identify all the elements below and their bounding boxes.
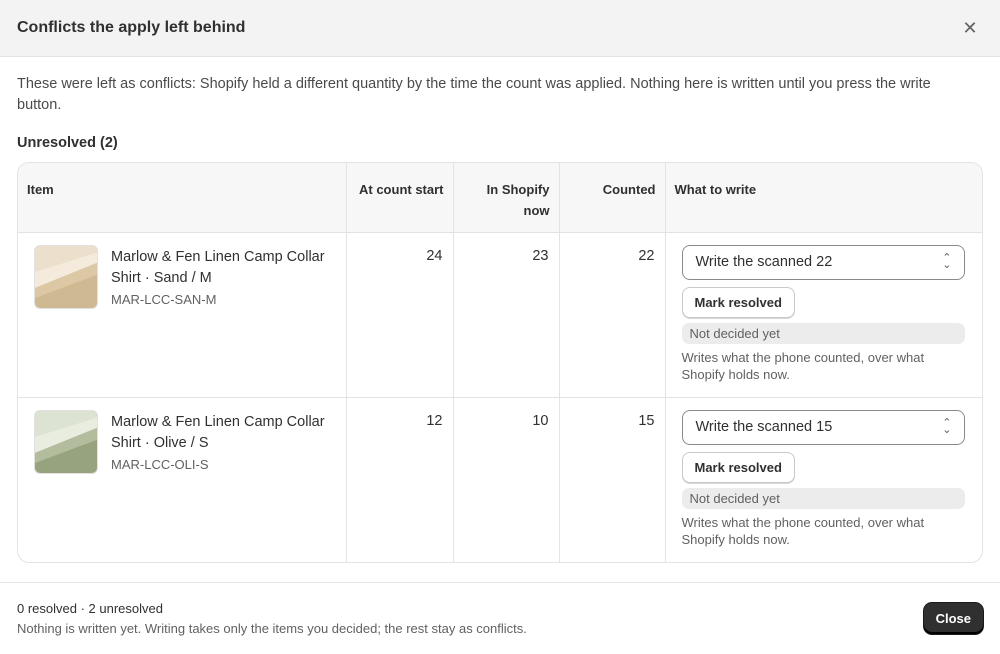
product-thumbnail-image xyxy=(35,245,97,308)
write-choice-value: Write the scanned 22 xyxy=(695,254,833,270)
status-badge: Not decided yet xyxy=(681,487,965,509)
select-chevron-icon: ⌃ ⌄ xyxy=(942,252,952,271)
item-cell: Marlow & Fen Linen Camp Collar Shirt · O… xyxy=(18,397,347,562)
counted-value: 15 xyxy=(559,397,666,562)
product-thumbnail xyxy=(34,409,98,474)
item-name: Marlow & Fen Linen Camp Collar Shirt · O… xyxy=(111,413,325,452)
item-cell: Marlow & Fen Linen Camp Collar Shirt · S… xyxy=(18,232,347,398)
write-choice-value: Write the scanned 15 xyxy=(695,419,833,435)
modal-header: Conflicts the apply left behind ✕ xyxy=(0,0,1000,57)
item-sku: MAR-LCC-SAN-M xyxy=(111,291,217,307)
item-name: Marlow & Fen Linen Camp Collar Shirt · S… xyxy=(111,248,325,287)
select-chevron-icon: ⌃ ⌄ xyxy=(942,417,952,436)
in-shopify-now-value: 23 xyxy=(453,232,560,398)
write-choice-select[interactable]: Write the scanned 15 ⌃ ⌄ xyxy=(681,409,965,445)
product-thumbnail xyxy=(34,244,98,309)
col-header-in-shopify-now: In Shopify now xyxy=(453,163,560,233)
col-header-at-count-start: At count start xyxy=(346,163,454,233)
status-badge: Not decided yet xyxy=(681,322,965,344)
helper-text: Writes what the phone counted, over what… xyxy=(681,349,925,382)
modal-body: These were left as conflicts: Shopify he… xyxy=(0,57,1000,563)
mark-resolved-button[interactable]: Mark resolved xyxy=(681,286,795,318)
in-shopify-now-value: 10 xyxy=(453,397,560,562)
intro-text: These were left as conflicts: Shopify he… xyxy=(17,76,931,113)
modal-footer: 0 resolved · 2 unresolved Nothing is wri… xyxy=(0,582,1000,654)
counted-value: 22 xyxy=(559,232,666,398)
item-sku: MAR-LCC-OLI-S xyxy=(111,456,209,472)
col-header-counted: Counted xyxy=(559,163,666,233)
conflicts-table: Item At count start In Shopify now Count… xyxy=(17,162,983,563)
what-to-write-cell: Write the scanned 22 ⌃ ⌄ Mark resolved No… xyxy=(665,232,982,398)
section-label: Unresolved (2) xyxy=(17,135,118,151)
close-icon[interactable]: ✕ xyxy=(958,16,982,40)
at-count-start-value: 12 xyxy=(346,397,454,562)
what-to-write-cell: Write the scanned 15 ⌃ ⌄ Mark resolved No… xyxy=(665,397,982,562)
product-thumbnail-image xyxy=(35,410,97,473)
at-count-start-value: 24 xyxy=(346,232,454,398)
col-header-item: Item xyxy=(18,163,347,233)
write-choice-select[interactable]: Write the scanned 22 ⌃ ⌄ xyxy=(681,244,965,280)
resolution-summary: 0 resolved · 2 unresolved xyxy=(17,601,163,616)
mark-resolved-button[interactable]: Mark resolved xyxy=(681,451,795,483)
close-button[interactable]: Close xyxy=(923,603,983,634)
footer-summary-block: 0 resolved · 2 unresolved Nothing is wri… xyxy=(17,601,527,636)
helper-text: Writes what the phone counted, over what… xyxy=(681,514,925,547)
table-row: Marlow & Fen Linen Camp Collar Shirt · O… xyxy=(18,397,982,562)
conflicts-modal: Conflicts the apply left behind ✕ These … xyxy=(0,0,1000,654)
col-header-what-to-write: What to write xyxy=(665,163,982,233)
table-header-row: Item At count start In Shopify now Count… xyxy=(18,163,982,233)
table-row: Marlow & Fen Linen Camp Collar Shirt · S… xyxy=(18,232,982,398)
footer-note: Nothing is written yet. Writing takes on… xyxy=(17,621,527,636)
modal-title: Conflicts the apply left behind xyxy=(17,19,246,36)
